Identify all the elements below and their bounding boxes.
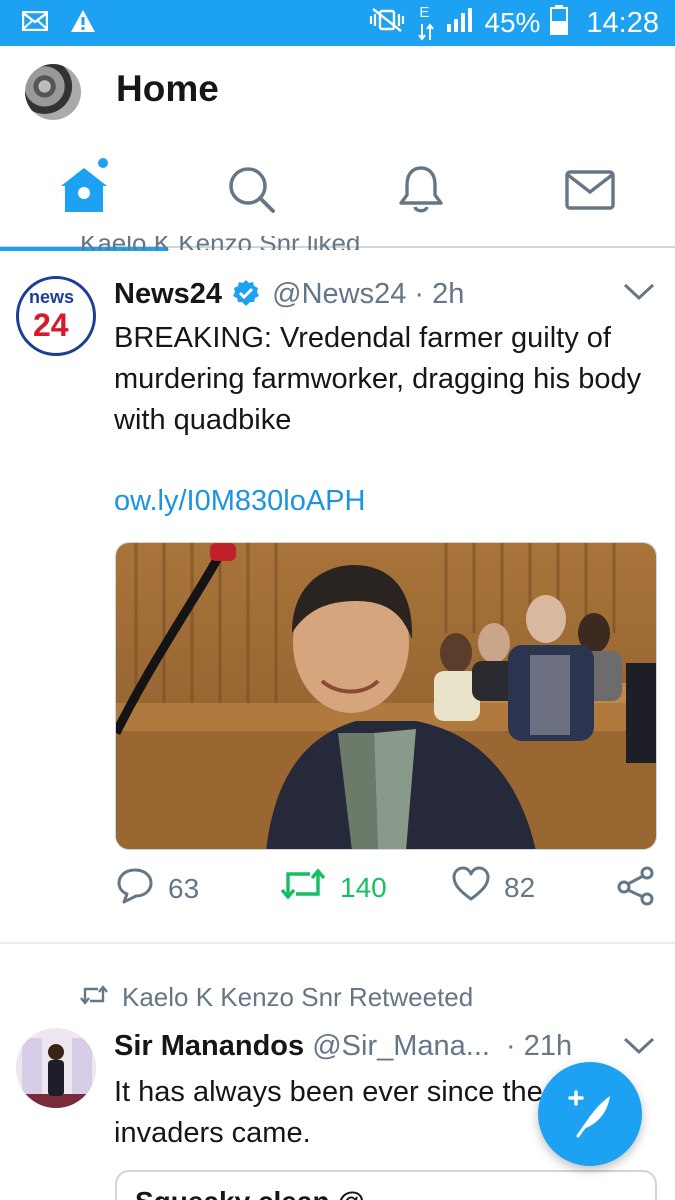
tab-home[interactable]	[0, 136, 168, 251]
display-name-2[interactable]: Sir Manandos	[114, 1030, 304, 1062]
share-icon	[616, 866, 656, 913]
tab-notifications[interactable]	[337, 136, 505, 248]
tab-search[interactable]	[168, 136, 336, 248]
retweet-icon	[280, 866, 326, 909]
data-arrows-icon: E	[416, 4, 436, 41]
tweet-header: News24 @News24 · 2h	[114, 278, 464, 315]
news24-avatar[interactable]: news 24	[16, 276, 96, 356]
battery-percent: 45%	[484, 7, 541, 38]
tweet-header-2: Sir Manandos @Sir_Mana... · 21h	[114, 1030, 572, 1063]
app-header: Home	[0, 46, 675, 136]
notification-dot	[98, 158, 108, 168]
display-name[interactable]: News24	[114, 278, 222, 310]
verified-badge-icon	[232, 279, 260, 315]
clock: 14:28	[586, 6, 659, 39]
retweet-count: 140	[340, 871, 387, 903]
tweet-link[interactable]: ow.ly/I0M830loAPH	[114, 485, 365, 518]
network-type-label: E	[419, 4, 430, 21]
quoted-tweet-card[interactable]: Squeaky clean @...	[115, 1170, 657, 1200]
social-context-cut: Kaelo K Kenzo Snr liked	[80, 236, 360, 250]
separator-2: ·	[506, 1030, 516, 1062]
retweet-button[interactable]: 140	[280, 866, 387, 909]
tweet-text: BREAKING: Vredendal farmer guilty of mur…	[114, 322, 642, 436]
tab-messages[interactable]	[506, 136, 674, 248]
logo-text-top: news	[29, 287, 75, 307]
tweet-divider	[0, 942, 675, 944]
tweet-actions: 63 140 82	[114, 866, 659, 910]
sir-manandos-avatar[interactable]	[16, 1028, 96, 1108]
like-count: 82	[504, 871, 536, 903]
timestamp: 2h	[432, 278, 465, 310]
tab-bar	[0, 136, 675, 251]
compose-tweet-button[interactable]	[538, 1062, 642, 1166]
chevron-down-icon[interactable]	[623, 282, 655, 307]
timestamp-2: 21h	[523, 1030, 573, 1062]
profile-avatar[interactable]	[25, 64, 81, 120]
bell-icon	[397, 165, 445, 220]
retweet-small-icon	[80, 982, 108, 1013]
status-bar: E 45% 14:28	[0, 0, 675, 46]
share-button[interactable]	[616, 866, 656, 913]
retweet-context: Kaelo K Kenzo Snr Retweeted	[80, 982, 473, 1013]
search-icon	[227, 165, 277, 220]
news24-logo: news 24	[19, 279, 93, 353]
reply-icon	[116, 866, 154, 911]
reply-button[interactable]: 63	[116, 866, 199, 911]
logo-text-bottom: 24	[33, 307, 69, 343]
reply-count: 63	[168, 872, 200, 904]
feather-plus-icon	[562, 1084, 618, 1145]
heart-icon	[452, 866, 490, 909]
signal-icon	[446, 7, 474, 40]
retweet-context-text[interactable]: Kaelo K Kenzo Snr Retweeted	[122, 982, 473, 1013]
envelope-icon	[565, 169, 615, 215]
mail-icon	[21, 10, 49, 36]
warning-icon	[70, 9, 96, 38]
separator: ·	[414, 278, 425, 310]
page-title: Home	[116, 68, 219, 109]
vibrate-mute-icon	[368, 7, 406, 40]
handle[interactable]: @News24	[272, 278, 406, 310]
handle-2[interactable]: @Sir_Mana...	[312, 1030, 490, 1062]
quoted-tweet-preview: Squeaky clean @...	[135, 1186, 388, 1200]
home-icon	[57, 164, 111, 221]
chevron-down-icon-2[interactable]	[623, 1036, 655, 1061]
battery-icon	[550, 4, 569, 42]
tweet-photo[interactable]	[115, 542, 657, 850]
like-button[interactable]: 82	[452, 866, 535, 909]
